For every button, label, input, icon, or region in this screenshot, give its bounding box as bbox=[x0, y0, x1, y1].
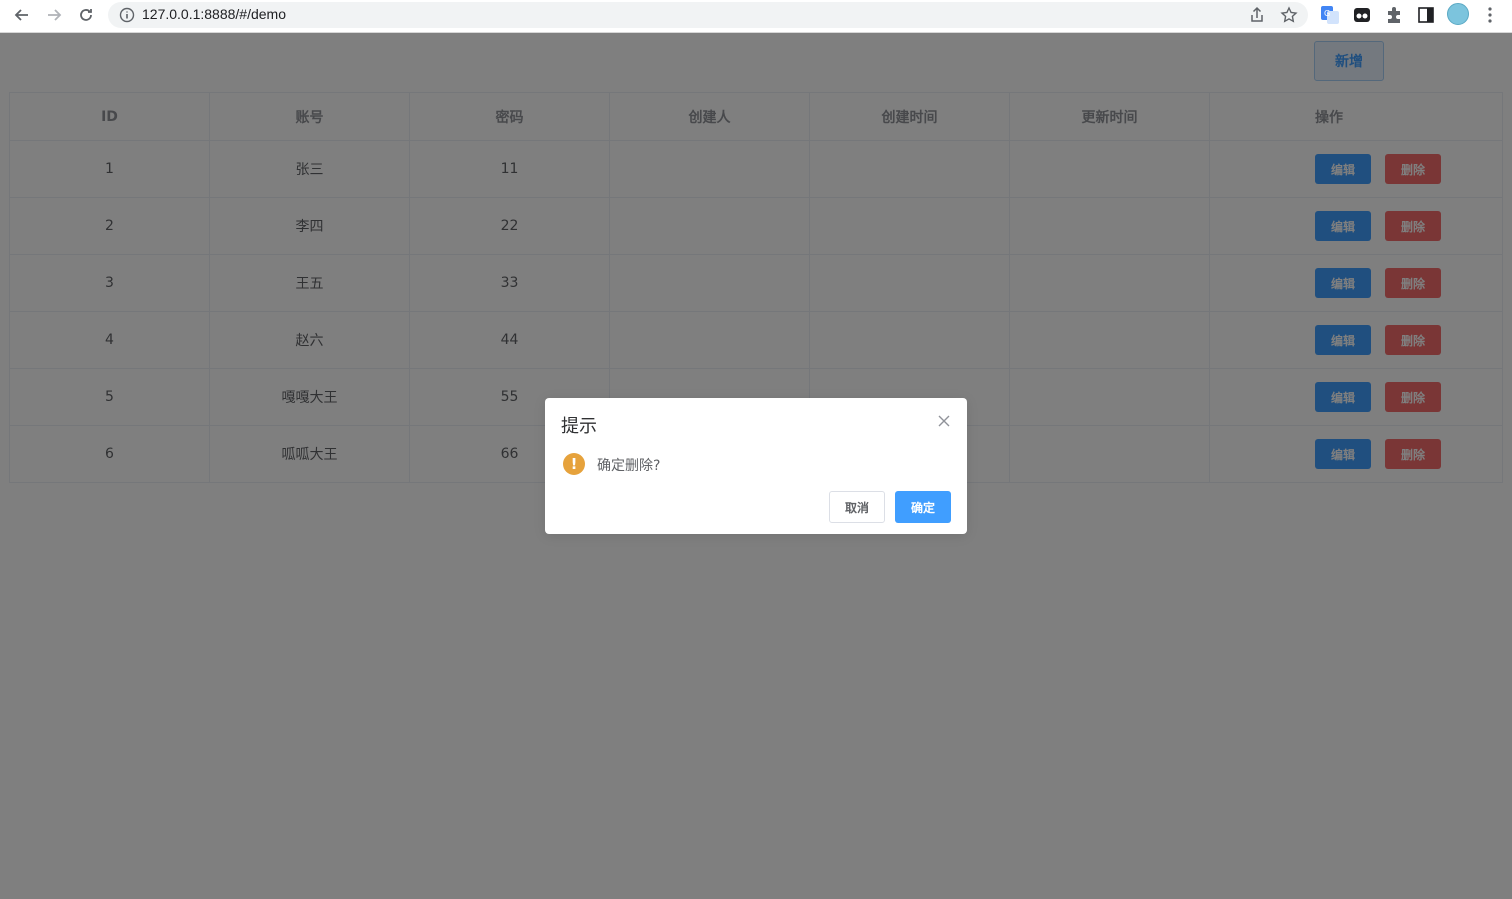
arrow-left-icon bbox=[14, 9, 28, 21]
forward-button[interactable] bbox=[42, 4, 66, 26]
side-panel-icon[interactable] bbox=[1416, 5, 1436, 25]
dialog-message: 确定删除? bbox=[597, 458, 661, 474]
browser-toolbar: 127.0.0.1:8888/#/demo G bbox=[0, 0, 1512, 33]
arrow-right-icon bbox=[48, 9, 62, 21]
back-button[interactable] bbox=[10, 4, 34, 26]
close-icon[interactable] bbox=[937, 414, 951, 428]
info-icon[interactable] bbox=[118, 6, 136, 24]
translate-icon[interactable]: G bbox=[1320, 5, 1340, 25]
extension-mask-icon[interactable] bbox=[1352, 5, 1372, 25]
puzzle-icon[interactable] bbox=[1384, 5, 1404, 25]
warning-icon: ! bbox=[563, 453, 585, 475]
avatar[interactable] bbox=[1447, 3, 1469, 25]
svg-text:G: G bbox=[1324, 9, 1330, 18]
cancel-button[interactable]: 取消 bbox=[829, 491, 885, 523]
star-icon[interactable] bbox=[1280, 6, 1298, 24]
dialog-title: 提示 bbox=[561, 416, 597, 437]
reload-icon bbox=[80, 9, 92, 21]
share-icon[interactable] bbox=[1248, 6, 1266, 24]
confirm-button[interactable]: 确定 bbox=[895, 491, 951, 523]
address-bar[interactable]: 127.0.0.1:8888/#/demo bbox=[108, 2, 1308, 28]
reload-button[interactable] bbox=[74, 4, 98, 26]
url-text: 127.0.0.1:8888/#/demo bbox=[142, 6, 287, 22]
more-menu-icon[interactable] bbox=[1480, 5, 1500, 25]
confirm-dialog: 提示 ! 确定删除? 取消 确定 bbox=[545, 398, 967, 534]
